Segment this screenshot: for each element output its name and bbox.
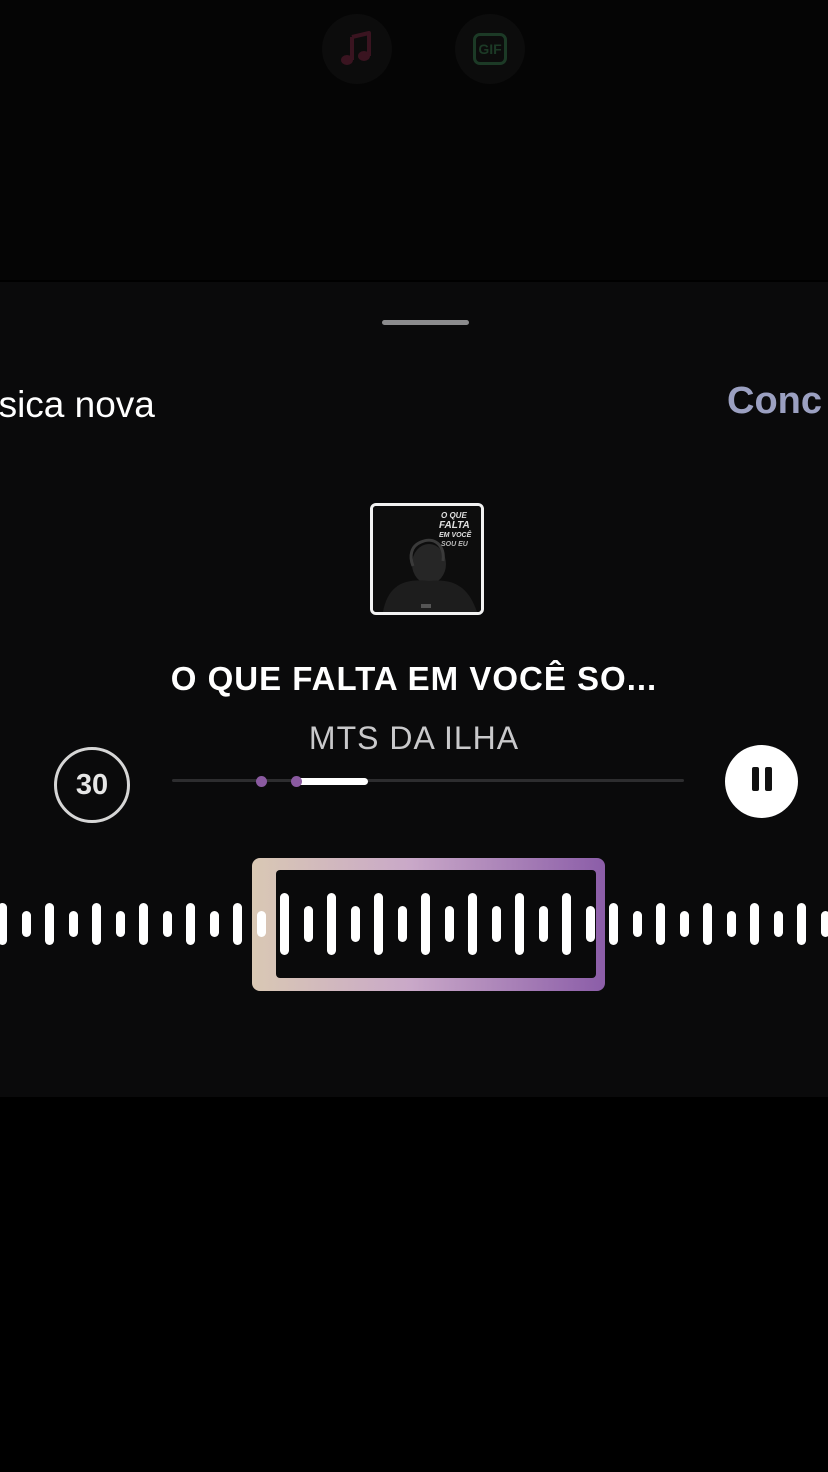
waveform-bar — [92, 903, 101, 945]
waveform-bar — [656, 903, 665, 945]
waveform-bar — [162, 911, 172, 937]
top-toolbar: GIF — [0, 0, 828, 280]
waveform-bar — [538, 906, 548, 942]
waveform-bar — [115, 911, 125, 937]
waveform-bar — [773, 911, 783, 937]
waveform-bar — [726, 911, 736, 937]
waveform-bar — [303, 906, 313, 942]
waveform-bar — [68, 911, 78, 937]
waveform-bar — [421, 893, 430, 955]
waveform-bar — [0, 903, 7, 945]
waveform-bar — [280, 893, 289, 955]
waveform-bar — [397, 906, 407, 942]
waveform-bar — [585, 906, 595, 942]
audio-waveform[interactable] — [0, 282, 828, 1097]
waveform-bar — [679, 911, 689, 937]
waveform-bar — [256, 911, 266, 937]
music-sticker-button[interactable] — [322, 14, 392, 84]
waveform-bar — [491, 906, 501, 942]
waveform-bar — [703, 903, 712, 945]
waveform-bar — [327, 893, 336, 955]
waveform-bar — [21, 911, 31, 937]
bottom-blank-area — [0, 1097, 828, 1472]
waveform-bar — [750, 903, 759, 945]
waveform-bar — [374, 893, 383, 955]
waveform-bar — [350, 906, 360, 942]
gif-icon: GIF — [473, 33, 507, 65]
waveform-bar — [45, 903, 54, 945]
waveform-bar — [609, 903, 618, 945]
waveform-bar — [515, 893, 524, 955]
waveform-bar — [209, 911, 219, 937]
waveform-bar — [820, 911, 828, 937]
waveform-bar — [797, 903, 806, 945]
music-picker-sheet: úsica nova Conc O QUE FALTA EM VOCÊ SOU … — [0, 282, 828, 1097]
waveform-bar — [562, 893, 571, 955]
gif-sticker-button[interactable]: GIF — [455, 14, 525, 84]
waveform-bar — [444, 906, 454, 942]
music-note-icon — [341, 31, 371, 65]
waveform-bar — [632, 911, 642, 937]
waveform-bar — [139, 903, 148, 945]
waveform-bar — [233, 903, 242, 945]
waveform-bar — [186, 903, 195, 945]
waveform-bar — [468, 893, 477, 955]
